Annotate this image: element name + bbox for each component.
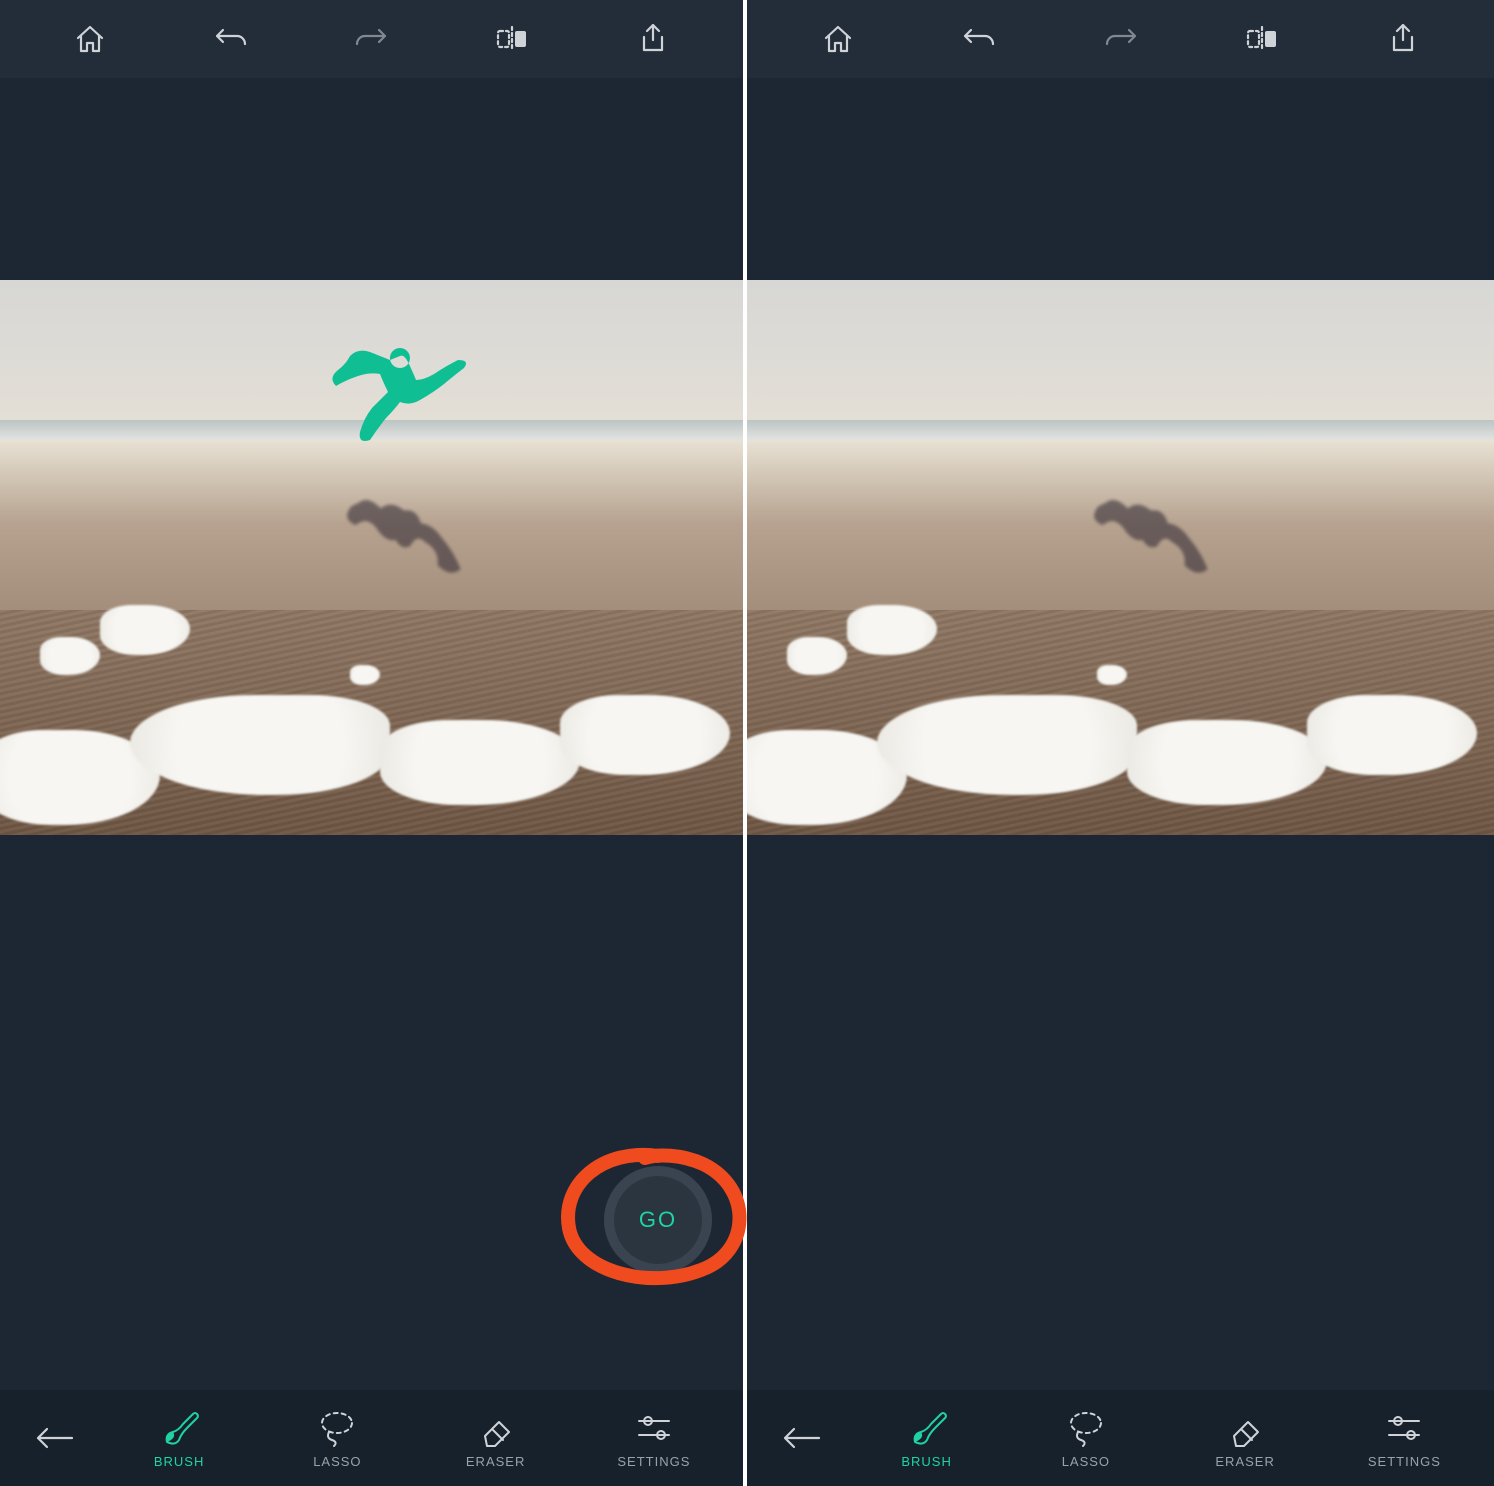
tool-eraser[interactable]: ERASER <box>417 1408 575 1469</box>
settings-icon <box>1383 1408 1425 1448</box>
go-button-label: GO <box>639 1207 677 1233</box>
canvas-empty-top <box>0 78 743 280</box>
back-button[interactable] <box>757 1425 847 1451</box>
photo-canvas[interactable] <box>747 280 1494 835</box>
tool-lasso-label: LASSO <box>313 1454 361 1469</box>
redo-button[interactable] <box>301 24 442 54</box>
back-button[interactable] <box>10 1425 100 1451</box>
subject-reflection <box>1084 487 1221 597</box>
settings-icon <box>633 1408 675 1448</box>
tool-settings-label: SETTINGS <box>617 1454 690 1469</box>
tool-eraser-label: ERASER <box>1215 1454 1274 1469</box>
tool-lasso[interactable]: LASSO <box>1006 1408 1165 1469</box>
redo-icon <box>353 24 389 54</box>
redo-button[interactable] <box>1050 24 1191 54</box>
redo-icon <box>1103 24 1139 54</box>
back-icon <box>782 1425 822 1451</box>
tool-lasso[interactable]: LASSO <box>258 1408 416 1469</box>
tool-brush[interactable]: BRUSH <box>847 1408 1006 1469</box>
tool-eraser-label: ERASER <box>466 1454 525 1469</box>
lasso-icon <box>316 1408 358 1448</box>
home-icon <box>821 22 855 56</box>
share-icon <box>638 22 668 56</box>
mask-overlay <box>330 340 470 450</box>
share-button[interactable] <box>582 22 723 56</box>
share-icon <box>1388 22 1418 56</box>
undo-icon <box>961 24 997 54</box>
tool-strip: BRUSH LASSO ERASER SETTINGS <box>100 1408 733 1469</box>
back-icon <box>35 1425 75 1451</box>
undo-button[interactable] <box>908 24 1049 54</box>
compare-icon <box>494 24 530 54</box>
tool-strip: BRUSH LASSO ERASER SETTINGS <box>847 1408 1484 1469</box>
canvas-area[interactable] <box>747 78 1494 1390</box>
go-button-region: GO <box>563 1140 753 1300</box>
home-icon <box>73 22 107 56</box>
photo-canvas[interactable] <box>0 280 743 835</box>
tool-brush[interactable]: BRUSH <box>100 1408 258 1469</box>
home-button[interactable] <box>20 22 161 56</box>
lasso-icon <box>1065 1408 1107 1448</box>
top-toolbar <box>0 0 743 78</box>
bottom-toolbar: BRUSH LASSO ERASER SETTINGS <box>0 1390 743 1486</box>
home-button[interactable] <box>767 22 908 56</box>
eraser-icon <box>475 1408 517 1448</box>
go-button[interactable]: GO <box>604 1166 712 1274</box>
bottom-toolbar: BRUSH LASSO ERASER SETTINGS <box>747 1390 1494 1486</box>
after-panel: BRUSH LASSO ERASER SETTINGS <box>747 0 1494 1486</box>
compare-button[interactable] <box>1191 24 1332 54</box>
canvas-area[interactable]: GO <box>0 78 743 1390</box>
undo-icon <box>213 24 249 54</box>
tool-settings-label: SETTINGS <box>1368 1454 1441 1469</box>
eraser-icon <box>1224 1408 1266 1448</box>
tool-eraser[interactable]: ERASER <box>1166 1408 1325 1469</box>
tool-settings[interactable]: SETTINGS <box>575 1408 733 1469</box>
share-button[interactable] <box>1333 22 1474 56</box>
undo-button[interactable] <box>161 24 302 54</box>
subject-reflection <box>337 487 474 597</box>
top-toolbar <box>747 0 1494 78</box>
canvas-empty-top <box>747 78 1494 280</box>
tool-brush-label: BRUSH <box>901 1454 952 1469</box>
compare-button[interactable] <box>442 24 583 54</box>
brush-icon <box>907 1408 947 1448</box>
brush-icon <box>159 1408 199 1448</box>
tool-lasso-label: LASSO <box>1062 1454 1110 1469</box>
before-panel: GO BRUSH LASSO ERASER SETTINGS <box>0 0 747 1486</box>
tool-settings[interactable]: SETTINGS <box>1325 1408 1484 1469</box>
compare-icon <box>1244 24 1280 54</box>
tool-brush-label: BRUSH <box>154 1454 205 1469</box>
